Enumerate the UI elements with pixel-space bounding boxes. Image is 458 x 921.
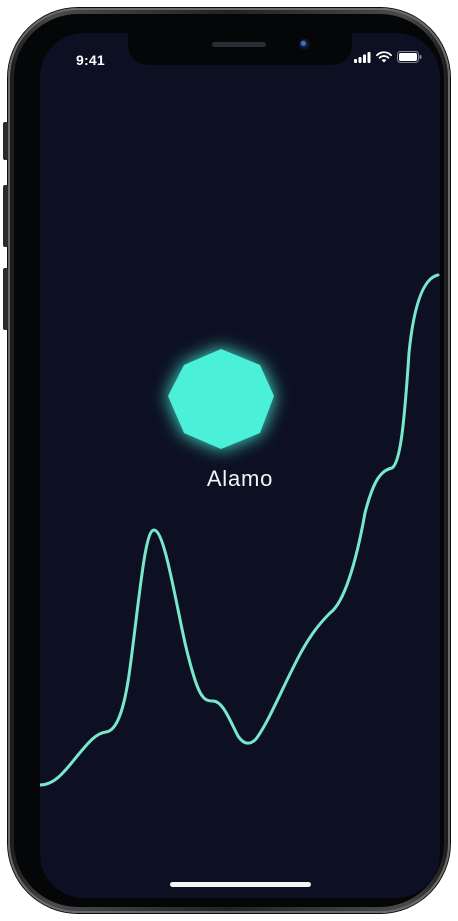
trend-line: [40, 273, 440, 787]
octagon-icon: [168, 349, 274, 449]
cellular-signal-icon: [354, 51, 371, 63]
status-time: 9:41: [76, 52, 105, 68]
volume-down-button: [3, 268, 8, 330]
mute-switch: [3, 122, 8, 160]
volume-up-button: [3, 185, 8, 247]
front-camera-icon: [299, 39, 310, 50]
app-title: Alamo: [206, 466, 274, 491]
speaker-grille: [212, 42, 266, 47]
status-icons: [354, 51, 422, 63]
battery-icon: [397, 51, 422, 63]
home-indicator[interactable]: [170, 882, 311, 887]
wifi-icon: [376, 51, 392, 63]
device-notch: [128, 33, 352, 65]
app-screen: 9:41 Alamo: [40, 33, 440, 898]
